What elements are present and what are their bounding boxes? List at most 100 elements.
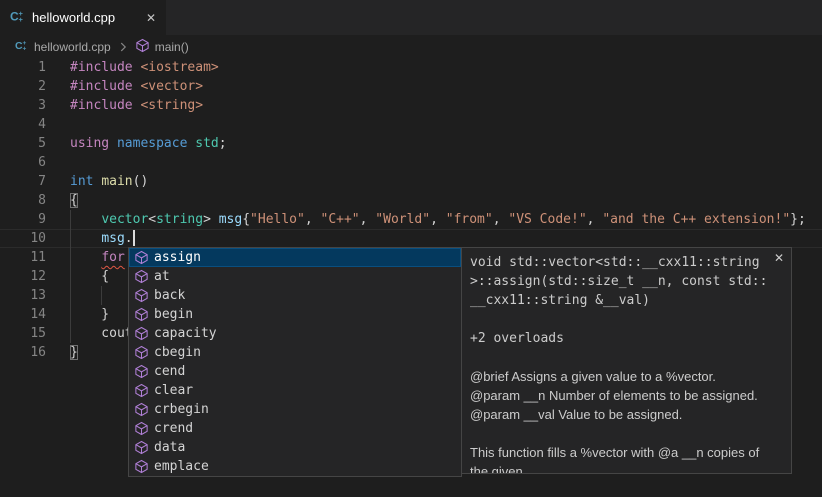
symbol-method-icon: [135, 38, 150, 56]
code-token: vector: [101, 212, 148, 227]
docs-line: [470, 424, 783, 443]
suggest-item-label: begin: [154, 307, 193, 322]
code-token: .: [125, 231, 133, 246]
code-line[interactable]: 2#include <vector>: [0, 77, 822, 96]
indent-guide: [101, 286, 102, 305]
tab-title: helloworld.cpp: [32, 10, 115, 25]
breadcrumb: C++ helloworld.cpp main(): [0, 35, 822, 58]
symbol-method-icon: [134, 250, 149, 265]
code-token: namespace: [117, 136, 187, 151]
docs-line: the given: [470, 462, 783, 474]
line-number: 3: [0, 96, 46, 115]
suggest-item-cend[interactable]: cend: [129, 362, 461, 381]
symbol-method-icon: [134, 402, 149, 417]
code-line[interactable]: 9 vector<string> msg{"Hello", "C++", "Wo…: [0, 210, 822, 229]
symbol-method-icon: [134, 326, 149, 341]
code-line[interactable]: 3 #include <string>: [0, 96, 822, 115]
code-token: <: [148, 212, 156, 227]
chevron-right-icon: [116, 40, 130, 54]
symbol-method-icon: [134, 459, 149, 474]
suggest-item-back[interactable]: back: [129, 286, 461, 305]
docs-line: [470, 310, 783, 329]
close-icon[interactable]: ✕: [774, 251, 784, 265]
tab-close-icon[interactable]: ✕: [144, 11, 158, 25]
code-token: {: [70, 269, 109, 284]
suggest-item-assign[interactable]: assign: [129, 248, 461, 267]
indent-guide: [70, 210, 71, 343]
code-line[interactable]: 6: [0, 153, 822, 172]
docs-line: void std::vector<std::__cxx11::string: [470, 253, 783, 272]
breadcrumb-symbol[interactable]: main(): [155, 40, 189, 54]
suggest-item-crend[interactable]: crend: [129, 419, 461, 438]
code-token: ;: [219, 136, 227, 151]
line-number: 16: [0, 343, 46, 362]
line-number: 9: [0, 210, 46, 229]
line-number: 15: [0, 324, 46, 343]
code-token: ,: [587, 212, 603, 227]
suggest-item-label: at: [154, 269, 170, 284]
code-token: }: [70, 345, 78, 360]
code-token: [70, 212, 101, 227]
code-text: }: [70, 305, 109, 324]
code-line[interactable]: 8{: [0, 191, 822, 210]
suggest-widget: assign at back begin capacity cbegincendclear…: [128, 247, 792, 477]
tab-bar: C++ helloworld.cpp ✕: [0, 0, 822, 35]
code-token: <string>: [140, 98, 203, 113]
breadcrumb-file[interactable]: helloworld.cpp: [34, 40, 111, 54]
code-token: "C++": [321, 212, 360, 227]
suggest-item-data[interactable]: data: [129, 438, 461, 457]
code-token: "VS Code!": [508, 212, 586, 227]
code-line[interactable]: 1#include <iostream>: [0, 58, 822, 77]
line-number: 2: [0, 77, 46, 96]
suggest-docs-panel: ✕ void std::vector<std::__cxx11::string>…: [461, 247, 792, 474]
suggest-list: assign at back begin capacity cbegincendclear…: [128, 247, 462, 477]
code-token: #include: [70, 98, 133, 113]
code-token: "Hello": [250, 212, 305, 227]
code-token: #include: [70, 79, 133, 94]
suggest-item-label: capacity: [154, 326, 217, 341]
code-text: msg.: [70, 229, 135, 248]
code-token: int: [70, 174, 93, 189]
code-token: <iostream>: [140, 60, 218, 75]
code-token: for: [101, 250, 124, 265]
code-token: cout: [70, 326, 133, 341]
code-token: msg: [219, 212, 242, 227]
code-token: ,: [493, 212, 509, 227]
line-number: 6: [0, 153, 46, 172]
code-token: msg: [101, 231, 124, 246]
suggest-item-cbegin[interactable]: cbegin: [129, 343, 461, 362]
suggest-item-label: crbegin: [154, 402, 209, 417]
tab-helloworld-cpp[interactable]: C++ helloworld.cpp ✕: [0, 0, 166, 35]
code-line[interactable]: 5using namespace std;: [0, 134, 822, 153]
code-token: };: [790, 212, 806, 227]
docs-line: [470, 348, 783, 367]
suggest-item-label: emplace: [154, 459, 209, 474]
suggest-item-begin[interactable]: begin: [129, 305, 461, 324]
code-token: using: [70, 136, 109, 151]
symbol-method-icon: [134, 307, 149, 322]
code-token: ,: [360, 212, 376, 227]
cpp-file-icon: C++: [15, 38, 29, 55]
code-text: {: [70, 191, 78, 210]
line-number: 5: [0, 134, 46, 153]
docs-line: __cxx11::string &__val): [470, 291, 783, 310]
suggest-item-capacity[interactable]: capacity: [129, 324, 461, 343]
docs-line: @param __val Value to be assigned.: [470, 405, 783, 424]
code-token: {: [242, 212, 250, 227]
code-token: #include: [70, 60, 133, 75]
code-token: "and the C++ extension!": [602, 212, 790, 227]
docs-lines: void std::vector<std::__cxx11::string>::…: [470, 253, 783, 474]
code-line[interactable]: 4: [0, 115, 822, 134]
suggest-item-at[interactable]: at: [129, 267, 461, 286]
line-number: 14: [0, 305, 46, 324]
code-line[interactable]: 10 msg.: [0, 229, 822, 248]
code-line[interactable]: 7int main(): [0, 172, 822, 191]
suggest-item-crbegin[interactable]: crbegin: [129, 400, 461, 419]
code-token: {: [70, 193, 78, 208]
code-token: "World": [375, 212, 430, 227]
suggest-item-emplace[interactable]: emplace: [129, 457, 461, 476]
suggest-item-clear[interactable]: clear: [129, 381, 461, 400]
line-number: 8: [0, 191, 46, 210]
symbol-method-icon: [134, 364, 149, 379]
docs-line: This function fills a %vector with @a __…: [470, 443, 783, 462]
